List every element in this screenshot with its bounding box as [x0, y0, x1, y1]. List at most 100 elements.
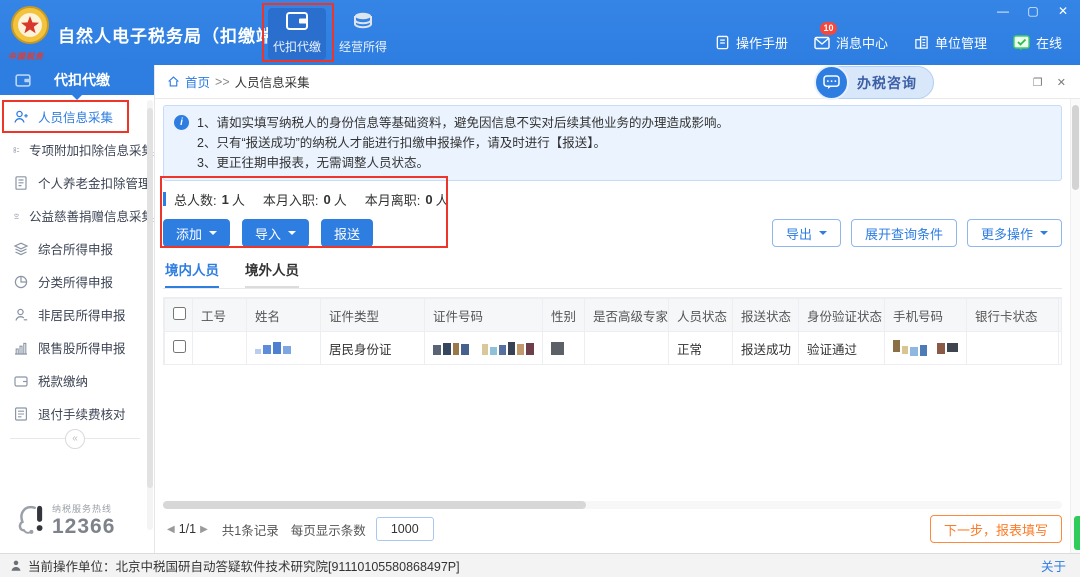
chevron-down-icon	[288, 231, 296, 239]
online-check-icon	[1013, 35, 1030, 51]
inner-restore-button[interactable]: ❐	[1033, 76, 1043, 89]
export-button[interactable]: 导出	[772, 219, 841, 247]
row-checkbox[interactable]	[173, 340, 186, 353]
col-name: 姓名	[247, 299, 321, 332]
table-row[interactable]: 居民身份证	[165, 332, 1063, 365]
sidebar-item-restricted-stock[interactable]: 限售股所得申报	[0, 331, 154, 364]
collapse-sidebar-button[interactable]: «	[65, 429, 85, 449]
sidebar-item-pension-deduction[interactable]: 个人养老金扣除管理	[0, 166, 154, 199]
bar-chart-icon	[13, 340, 29, 356]
stat-total: 总人数: 1 人	[174, 190, 245, 209]
select-all-checkbox[interactable]	[173, 307, 186, 320]
chevron-down-icon	[1040, 231, 1048, 239]
about-link[interactable]: 关于	[1041, 556, 1066, 575]
checklist-icon	[13, 142, 20, 158]
stat-unit: 人	[436, 190, 449, 209]
horizontal-scrollbar-thumb[interactable]	[163, 501, 586, 509]
stat-joined-value: 0	[324, 192, 331, 207]
tab-withholding[interactable]: 代扣代缴	[268, 8, 326, 60]
chevron-down-icon	[819, 231, 827, 239]
status-bar: 当前操作单位：北京中税国研自动答疑软件技术研究院[911101055808684…	[0, 553, 1080, 577]
menu-online-status[interactable]: 在线	[1013, 33, 1062, 52]
envelope-icon	[814, 36, 830, 50]
sidebar-item-tax-payment[interactable]: 税款缴纳	[0, 364, 154, 397]
menu-manual[interactable]: 操作手册	[715, 33, 788, 52]
sidebar-item-comprehensive-income[interactable]: 综合所得申报	[0, 232, 154, 265]
sidebar-item-special-deduction[interactable]: 专项附加扣除信息采集	[0, 133, 154, 166]
chat-bubble-icon	[814, 65, 849, 100]
building-icon	[914, 35, 929, 50]
menu-messages-label: 消息中心	[836, 33, 888, 52]
import-button[interactable]: 导入	[242, 219, 309, 247]
message-count-badge: 10	[820, 22, 837, 35]
breadcrumb-home[interactable]: 首页	[185, 72, 210, 91]
sidebar-item-classified-income[interactable]: 分类所得申报	[0, 265, 154, 298]
col-report-status: 报送状态	[733, 299, 799, 332]
sidebar-item-refund-fee-check[interactable]: 退付手续费核对	[0, 397, 154, 430]
submit-button[interactable]: 报送	[321, 219, 373, 247]
sidebar-scrollbar[interactable]	[147, 100, 153, 530]
prev-page-button[interactable]: ◀	[167, 524, 175, 535]
horizontal-scrollbar[interactable]	[163, 501, 1062, 509]
inner-window-controls: ❐ ✕	[1033, 76, 1066, 89]
vertical-scrollbar[interactable]	[1070, 99, 1080, 553]
emblem-icon	[8, 4, 52, 48]
page-size-input[interactable]	[376, 517, 434, 541]
tax-consult-button[interactable]: 办税咨询	[815, 66, 934, 99]
home-icon	[167, 75, 180, 88]
tab-business-income[interactable]: 经营所得	[334, 8, 392, 60]
sidebar-scrollbar-thumb[interactable]	[147, 108, 153, 488]
next-page-button[interactable]: ▶	[200, 524, 208, 535]
sidebar-header: 代扣代缴	[0, 65, 154, 95]
stat-total-label: 总人数:	[174, 190, 217, 209]
person-add-icon	[13, 109, 29, 125]
expand-query-button[interactable]: 展开查询条件	[851, 219, 957, 247]
logo-caption: 中国税务	[8, 51, 44, 62]
tab-withholding-label: 代扣代缴	[273, 38, 321, 55]
add-button[interactable]: 添加	[163, 219, 230, 247]
tab-domestic-person[interactable]: 境内人员	[165, 259, 219, 288]
more-actions-button[interactable]: 更多操作	[967, 219, 1062, 247]
sidebar-item-nonresident-income[interactable]: 非居民所得申报	[0, 298, 154, 331]
add-button-label: 添加	[176, 224, 202, 243]
tab-foreign-person[interactable]: 境外人员	[245, 259, 299, 288]
current-operator-text: 当前操作单位：北京中税国研自动答疑软件技术研究院[911101055808684…	[28, 556, 460, 575]
record-count: 共1条记录	[222, 520, 279, 539]
page-indicator: 1/1	[179, 522, 196, 536]
hotline-number: 12366	[52, 515, 115, 539]
inner-close-button[interactable]: ✕	[1057, 76, 1066, 89]
sidebar-item-charity-donation[interactable]: 公益慈善捐赠信息采集	[0, 199, 154, 232]
main-panel: 首页 >> 人员信息采集 办税咨询 ❐ ✕ i 1、请如实填写纳税人的身份信息等…	[155, 65, 1080, 553]
action-button-row: 添加 导入 报送 导出 展开查询条件 更多操作	[163, 219, 1062, 247]
person-icon	[13, 307, 29, 323]
layers-icon	[13, 241, 29, 257]
breadcrumb-current: 人员信息采集	[235, 72, 310, 91]
cell-clipped	[1059, 332, 1063, 365]
stats-row: 总人数: 1 人 本月入职: 0 人 本月离职: 0 人	[163, 189, 1062, 209]
vertical-scrollbar-thumb[interactable]	[1072, 105, 1079, 190]
cell-emp-no	[193, 332, 247, 365]
person-table: 工号 姓名 证件类型 证件号码 性别 是否高级专家 人员状态 报送状态 身份验证…	[163, 297, 1062, 365]
stat-joined-label: 本月入职:	[263, 190, 319, 209]
next-step-button[interactable]: 下一步，报表填写	[930, 515, 1062, 543]
sidebar-item-label: 个人养老金扣除管理	[38, 173, 151, 192]
page-size-label: 每页显示条数	[291, 520, 366, 539]
menu-manual-label: 操作手册	[736, 33, 788, 52]
coins-icon	[348, 8, 378, 34]
maximize-button[interactable]: ▢	[1026, 4, 1040, 18]
menu-org-manage-label: 单位管理	[935, 33, 987, 52]
table-header-row: 工号 姓名 证件类型 证件号码 性别 是否高级专家 人员状态 报送状态 身份验证…	[165, 299, 1063, 332]
menu-messages[interactable]: 10 消息中心	[814, 33, 888, 52]
stat-left-value: 0	[425, 192, 432, 207]
sidebar-item-label: 退付手续费核对	[38, 404, 126, 423]
menu-online-label: 在线	[1036, 33, 1062, 52]
hotline-label: 纳税服务热线	[52, 502, 115, 515]
sidebar-item-person-info[interactable]: 人员信息采集	[0, 100, 154, 133]
floating-widget[interactable]	[1074, 516, 1080, 550]
minimize-button[interactable]: —	[996, 4, 1010, 18]
menu-org-manage[interactable]: 单位管理	[914, 33, 987, 52]
close-button[interactable]: ✕	[1056, 4, 1070, 18]
stat-unit: 人	[334, 190, 347, 209]
export-button-label: 导出	[786, 224, 812, 243]
stat-joined: 本月入职: 0 人	[263, 190, 347, 209]
